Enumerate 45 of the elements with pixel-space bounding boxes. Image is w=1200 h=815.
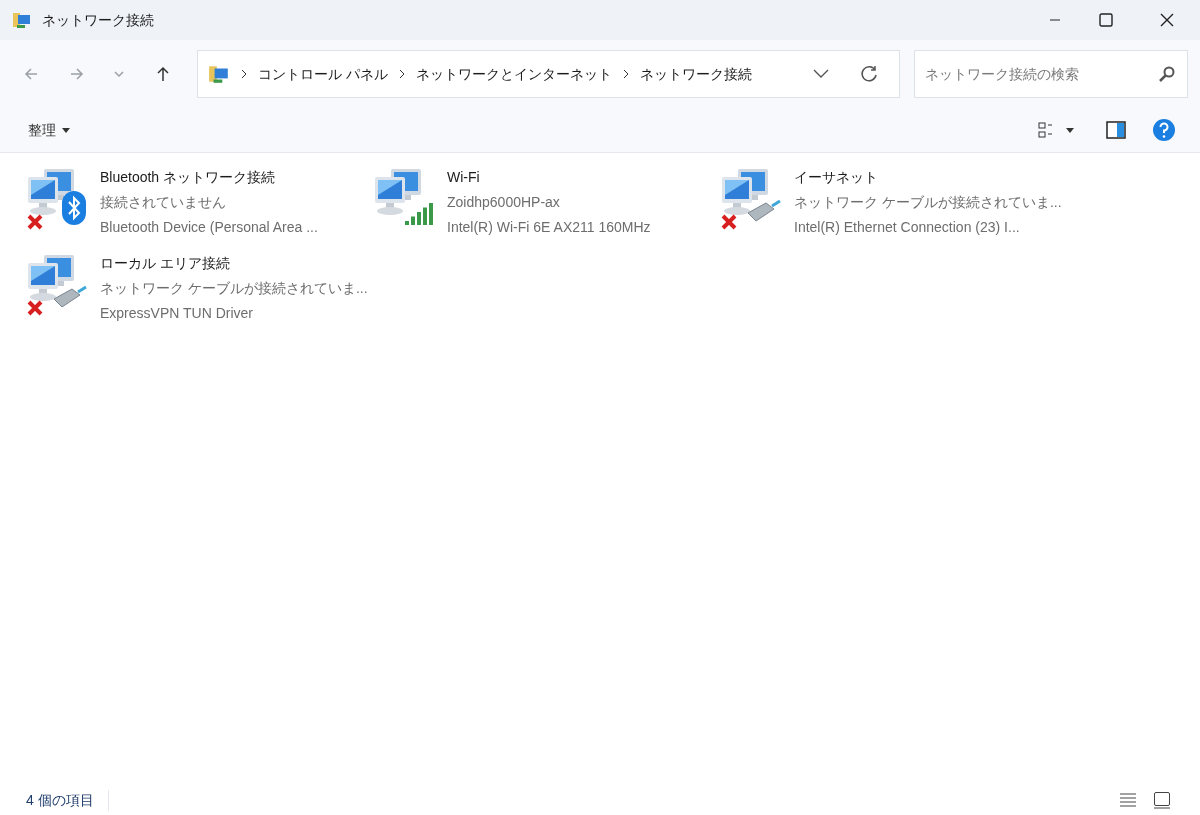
connection-item[interactable]: Wi-Fi Zoidhp6000HP-ax Intel(R) Wi-Fi 6E AX211 160MHz xyxy=(371,165,718,241)
network-folder-icon xyxy=(12,10,32,30)
bluetooth-icon xyxy=(62,191,86,225)
connection-name: ローカル エリア接続 xyxy=(100,254,231,273)
chevron-icon xyxy=(239,69,248,79)
device-name: Intel(R) Ethernet Connection (23) I... xyxy=(794,218,1021,237)
connection-item[interactable]: イーサネット ネットワーク ケーブルが接続されていま... Intel(R) Ethernet Connection (23) I... xyxy=(718,165,1065,241)
help-button[interactable] xyxy=(1150,116,1178,144)
search-field[interactable]: ネットワーク接続の検索 xyxy=(914,50,1188,98)
device-name: ExpressVPN TUN Driver xyxy=(100,304,254,323)
connection-name: Wi-Fi xyxy=(447,168,481,187)
connection-name: イーサネット xyxy=(794,168,879,187)
address-bar[interactable]: コントロール パネル ネットワークとインターネット ネットワーク接続 xyxy=(196,50,900,98)
window-title: ネットワーク接続 xyxy=(42,10,154,30)
large-icons-icon xyxy=(1153,791,1171,809)
help-icon xyxy=(1152,118,1176,142)
close-icon xyxy=(1160,13,1174,27)
preview-pane-icon xyxy=(1106,121,1126,139)
connection-status: ネットワーク ケーブルが接続されていま... xyxy=(100,279,368,298)
organize-button[interactable]: 整理 xyxy=(22,115,76,145)
connection-status: 接続されていません xyxy=(100,193,227,212)
breadcrumb-item[interactable]: ネットワークとインターネット xyxy=(415,63,612,85)
network-folder-icon xyxy=(207,63,230,85)
connection-name: Bluetooth ネットワーク接続 xyxy=(100,168,277,187)
chevron-icon xyxy=(621,69,630,79)
connection-item[interactable]: Bluetooth ネットワーク接続 接続されていません Bluetooth Device (Personal Area ... xyxy=(24,165,371,241)
cable-plug-icon xyxy=(52,285,88,309)
chevron-icon xyxy=(397,69,406,79)
refresh-icon xyxy=(859,64,879,84)
breadcrumb-item[interactable]: ネットワーク接続 xyxy=(639,63,752,85)
cable-plug-icon xyxy=(746,199,782,223)
device-name: Bluetooth Device (Personal Area ... xyxy=(100,218,318,237)
connection-status: ネットワーク ケーブルが接続されていま... xyxy=(794,193,1062,212)
details-list-icon xyxy=(1119,792,1137,808)
connection-item[interactable]: ローカル エリア接続 ネットワーク ケーブルが接続されていま... ExpressVPN TUN Driver xyxy=(24,251,371,327)
item-count: 4 個の項目 xyxy=(26,789,109,811)
connection-status: Zoidhp6000HP-ax xyxy=(447,193,561,212)
caret-icon xyxy=(1066,127,1074,133)
caret-icon xyxy=(62,127,70,133)
search-icon xyxy=(1158,65,1176,83)
maximize-icon xyxy=(1099,13,1113,27)
chevron-down-icon xyxy=(813,69,829,79)
breadcrumb-item[interactable]: コントロール パネル xyxy=(257,63,388,85)
device-name: Intel(R) Wi-Fi 6E AX211 160MHz xyxy=(447,218,651,237)
signal-bars-icon xyxy=(405,201,435,225)
